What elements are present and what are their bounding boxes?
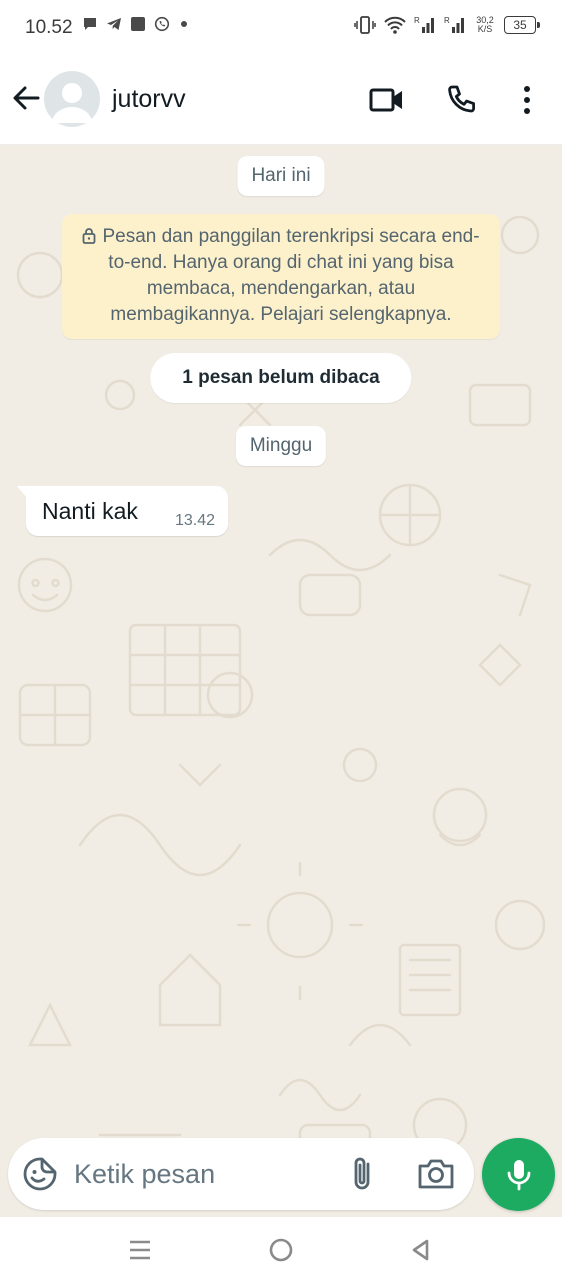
contact-name[interactable]: jutorvv [112, 85, 186, 114]
sticker-button[interactable] [22, 1156, 58, 1192]
back-icon [412, 1239, 429, 1261]
status-bar: 10.52 R R 30,2 K/S 35 [0, 0, 562, 56]
message-input[interactable] [74, 1154, 314, 1194]
chat-area[interactable]: Hari ini Pesan dan panggilan terenkripsi… [0, 145, 562, 1217]
chat-header: jutorvv [0, 56, 562, 145]
video-call-icon [369, 88, 402, 112]
camera-button[interactable] [416, 1156, 456, 1192]
home-button[interactable] [266, 1235, 296, 1265]
navigation-bar [0, 1217, 562, 1280]
more-options-button[interactable] [507, 80, 547, 120]
message-text: Nanti kak [42, 498, 138, 524]
phone-icon [448, 85, 475, 113]
unread-messages-banner: 1 pesan belum dibaca [150, 353, 412, 403]
attach-button[interactable] [346, 1154, 382, 1194]
recent-apps-button[interactable] [125, 1235, 155, 1265]
gallery-icon [131, 17, 145, 31]
message-composer [8, 1138, 474, 1210]
encryption-notice-text: Pesan dan panggilan terenkripsi secara e… [102, 226, 480, 325]
svg-text:R: R [444, 16, 450, 25]
back-arrow-icon [13, 86, 40, 110]
network-speed: 30,2 K/S [474, 16, 496, 34]
camera-icon [418, 1159, 454, 1189]
message-time: 13.42 [174, 512, 215, 529]
battery-indicator: 35 [504, 16, 540, 34]
sticker-icon [23, 1157, 57, 1191]
home-icon [269, 1238, 293, 1262]
voice-call-button[interactable] [441, 80, 481, 120]
network-speed-unit: K/S [477, 24, 493, 34]
encryption-notice[interactable]: Pesan dan panggilan terenkripsi secara e… [62, 214, 500, 339]
lock-icon [83, 228, 96, 244]
avatar-icon [52, 83, 92, 123]
telegram-icon [107, 18, 121, 30]
back-button[interactable] [8, 80, 44, 116]
signal-icon: R [414, 16, 434, 33]
chat-bubble-icon [84, 18, 96, 30]
recent-apps-icon [130, 1240, 150, 1260]
voice-message-button[interactable] [482, 1138, 555, 1211]
microphone-icon [507, 1159, 530, 1190]
wifi-icon [384, 16, 406, 34]
more-vert-icon [524, 86, 530, 114]
date-separator-today: Hari ini [237, 156, 325, 196]
svg-text:R: R [414, 16, 420, 25]
incoming-message[interactable]: Nanti kak 13.42 [17, 486, 228, 536]
date-separator-sunday: Minggu [235, 426, 327, 466]
signal-icon: R [444, 16, 464, 33]
status-time: 10.52 [25, 17, 73, 38]
system-back-button[interactable] [405, 1235, 435, 1265]
dot-icon [181, 21, 187, 27]
vibrate-icon [354, 16, 376, 34]
whatsapp-icon [154, 16, 170, 32]
avatar[interactable] [44, 71, 100, 127]
paperclip-icon [354, 1157, 370, 1190]
video-call-button[interactable] [367, 80, 407, 120]
